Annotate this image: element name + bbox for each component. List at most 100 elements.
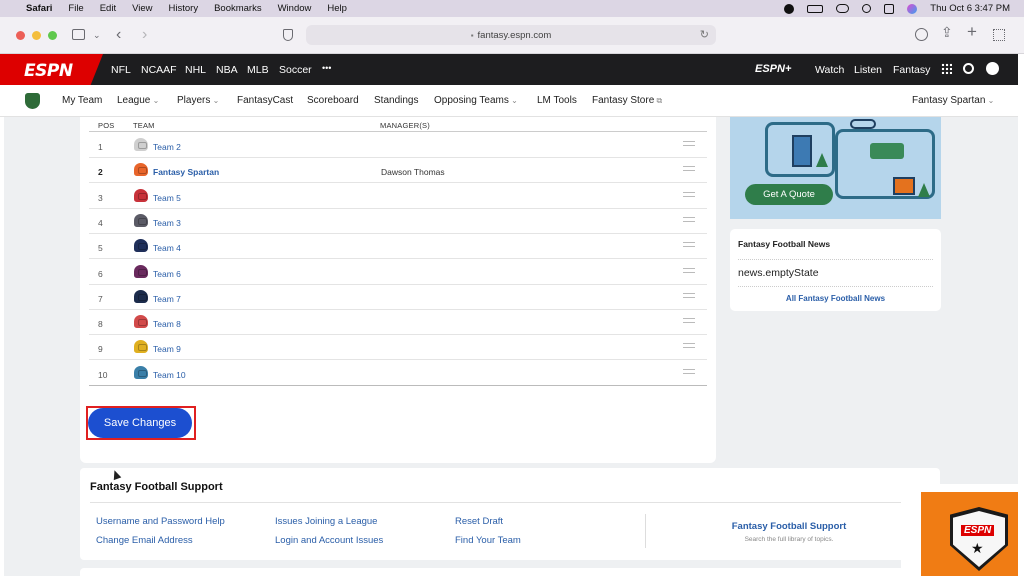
drag-handle-icon[interactable] <box>683 141 695 146</box>
support-link-login[interactable]: Login and Account Issues <box>275 535 383 546</box>
zoom-window-button[interactable] <box>48 31 57 40</box>
team-name-link[interactable]: Team 10 <box>153 370 186 380</box>
reload-icon[interactable]: ↻ <box>700 28 709 41</box>
address-bar[interactable]: ▪ fantasy.espn.com ↻ <box>306 25 716 45</box>
draft-order-row[interactable]: 2 Fantasy Spartan Dawson Thomas <box>89 158 707 184</box>
all-news-link[interactable]: All Fantasy Football News <box>730 294 941 303</box>
league-shield-icon[interactable] <box>25 93 40 109</box>
drag-handle-icon[interactable] <box>683 318 695 324</box>
draft-order-row[interactable]: 5 Team 4 <box>89 234 707 260</box>
subnav-lm-tools[interactable]: LM Tools <box>537 95 577 106</box>
tab-overview-icon[interactable] <box>993 29 1005 41</box>
record-icon[interactable] <box>784 3 795 14</box>
page-body: POS TEAM MANAGER(S) 1 Team 2 2 Fantasy Spar… <box>0 117 1018 576</box>
forward-arrow-icon[interactable]: › <box>142 27 147 43</box>
espn-logo-block[interactable]: ESPN <box>0 54 103 85</box>
save-changes-button[interactable]: Save Changes <box>88 408 192 438</box>
new-tab-icon[interactable]: + <box>967 23 977 40</box>
share-icon[interactable]: ⇪ <box>941 25 953 39</box>
menu-window[interactable]: Window <box>278 3 312 14</box>
team-name-link[interactable]: Team 3 <box>153 218 181 228</box>
drag-handle-icon[interactable] <box>683 267 695 273</box>
insurance-ad[interactable]: Get A Quote <box>730 117 941 219</box>
draft-order-row[interactable]: 9 Team 9 <box>89 335 707 361</box>
draft-order-row[interactable]: 6 Team 6 <box>89 260 707 285</box>
support-link-joining[interactable]: Issues Joining a League <box>275 516 377 527</box>
subnav-standings[interactable]: Standings <box>374 95 418 106</box>
subnav-league[interactable]: League ⌄ <box>117 95 159 106</box>
espn-plus-logo[interactable]: ESPN+ <box>755 63 791 75</box>
subnav-opposing-teams[interactable]: Opposing Teams ⌄ <box>434 95 518 106</box>
support-link-username[interactable]: Username and Password Help <box>96 516 225 527</box>
team-name-link[interactable]: Team 2 <box>153 142 181 152</box>
news-empty-state: news.emptyState <box>738 267 819 279</box>
battery-icon[interactable] <box>807 4 824 13</box>
back-arrow-icon[interactable]: ‹ <box>116 27 121 43</box>
apps-grid-icon[interactable] <box>941 63 952 74</box>
menu-help[interactable]: Help <box>327 3 347 14</box>
nav-ncaaf[interactable]: NCAAF <box>141 64 177 76</box>
team-name-link[interactable]: Team 4 <box>153 243 181 253</box>
menu-file[interactable]: File <box>68 3 83 14</box>
menubar-clock[interactable]: Thu Oct 6 3:47 PM <box>930 3 1010 14</box>
nav-more-icon[interactable]: ••• <box>322 63 331 73</box>
menu-bookmarks[interactable]: Bookmarks <box>214 3 262 14</box>
team-name-link[interactable]: Team 8 <box>153 319 181 329</box>
drag-handle-icon[interactable] <box>683 343 695 349</box>
drag-handle-icon[interactable] <box>683 242 695 248</box>
menu-edit[interactable]: Edit <box>100 3 116 14</box>
team-helmet-icon <box>134 315 148 329</box>
subnav-my-team[interactable]: My Team <box>62 95 102 106</box>
sidebar-toggle-icon[interactable] <box>72 29 85 40</box>
draft-order-row[interactable]: 3 Team 5 <box>89 184 707 209</box>
team-name-link[interactable]: Team 7 <box>153 294 181 304</box>
draft-order-row[interactable]: 1 Team 2 <box>89 133 707 158</box>
search-icon[interactable] <box>963 63 974 74</box>
team-name-link[interactable]: Fantasy Spartan <box>153 167 219 177</box>
team-name-link[interactable]: Team 6 <box>153 269 181 279</box>
nav-soccer[interactable]: Soccer <box>279 64 312 76</box>
close-window-button[interactable] <box>16 31 25 40</box>
privacy-shield-icon[interactable] <box>283 29 293 41</box>
drag-handle-icon[interactable] <box>683 368 695 374</box>
draft-order-row[interactable]: 7 Team 7 <box>89 285 707 310</box>
subnav-fantasycast[interactable]: FantasyCast <box>237 95 293 106</box>
app-menu-safari[interactable]: Safari <box>26 3 52 14</box>
subnav-scoreboard[interactable]: Scoreboard <box>307 95 359 106</box>
nav-nba[interactable]: NBA <box>216 64 238 76</box>
subnav-fantasy-store[interactable]: Fantasy Store ⧉ <box>592 95 662 106</box>
get-a-quote-button[interactable]: Get A Quote <box>745 184 833 205</box>
nav-listen[interactable]: Listen <box>854 64 882 76</box>
menu-view[interactable]: View <box>132 3 152 14</box>
support-link-reset-draft[interactable]: Reset Draft <box>455 516 503 527</box>
team-name-link[interactable]: Team 9 <box>153 344 181 354</box>
control-center-icon[interactable] <box>884 3 895 14</box>
siri-icon[interactable] <box>907 3 918 14</box>
nav-nfl[interactable]: NFL <box>111 64 131 76</box>
support-link-find-team[interactable]: Find Your Team <box>455 535 521 546</box>
downloads-icon[interactable] <box>915 28 928 41</box>
drag-handle-icon[interactable] <box>683 216 695 222</box>
subnav-players[interactable]: Players ⌄ <box>177 95 219 106</box>
nav-fantasy[interactable]: Fantasy <box>893 64 930 76</box>
draft-order-row[interactable]: 4 Team 3 <box>89 209 707 234</box>
search-icon[interactable] <box>862 4 872 13</box>
drag-handle-icon[interactable] <box>683 292 695 298</box>
nav-watch[interactable]: Watch <box>815 64 844 76</box>
drag-handle-icon[interactable] <box>683 191 695 197</box>
screen-mirror-icon[interactable] <box>836 4 850 13</box>
drag-handle-icon[interactable] <box>683 166 695 172</box>
support-link-email[interactable]: Change Email Address <box>96 535 193 546</box>
team-selector[interactable]: Fantasy Spartan ⌄ <box>912 95 994 106</box>
draft-order-row[interactable]: 10 Team 10 <box>89 361 707 386</box>
menu-history[interactable]: History <box>169 3 199 14</box>
nav-mlb[interactable]: MLB <box>247 64 269 76</box>
nav-nhl[interactable]: NHL <box>185 64 206 76</box>
col-header-team: TEAM <box>133 121 155 130</box>
minimize-window-button[interactable] <box>32 31 41 40</box>
team-name-link[interactable]: Team 5 <box>153 193 181 203</box>
support-promo-title[interactable]: Fantasy Football Support <box>700 521 878 532</box>
user-profile-icon[interactable] <box>986 62 999 75</box>
chevron-down-icon[interactable]: ⌄ <box>93 29 101 42</box>
draft-order-row[interactable]: 8 Team 8 <box>89 310 707 336</box>
